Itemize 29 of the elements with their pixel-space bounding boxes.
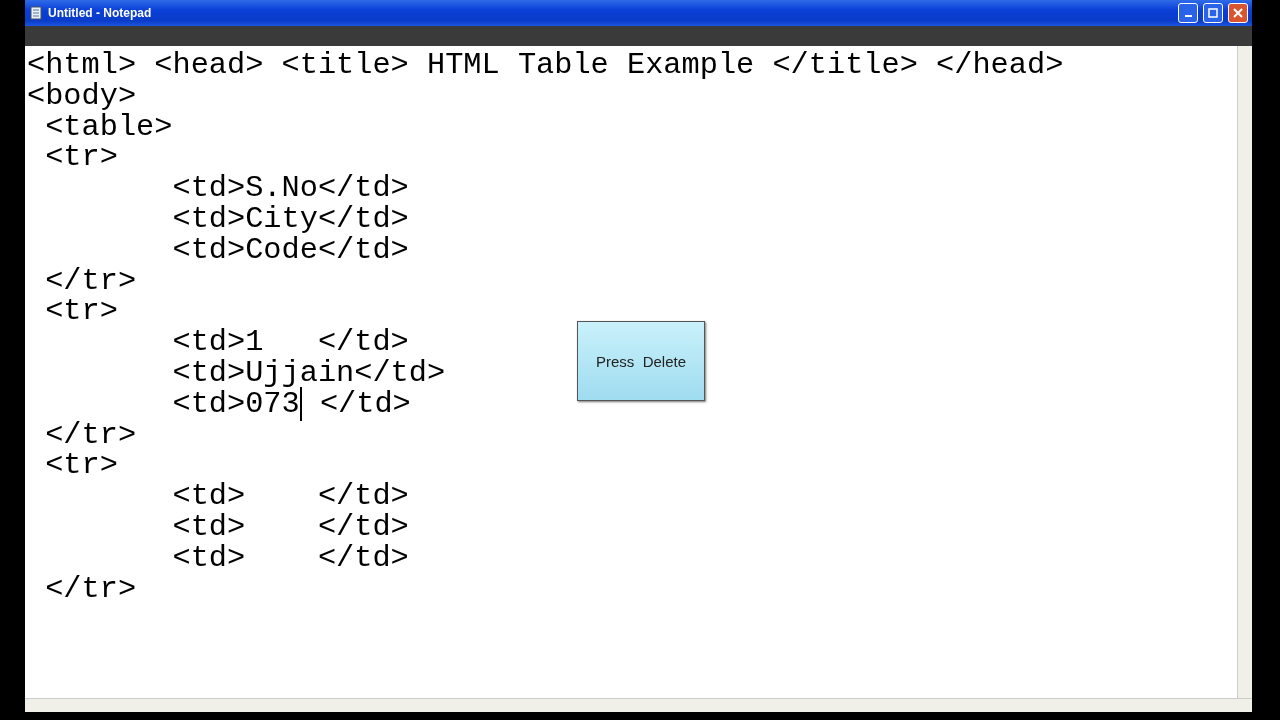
code-line: <td>073 </td> — [25, 388, 411, 420]
minimize-icon — [1184, 15, 1192, 17]
horizontal-scrollbar[interactable] — [25, 698, 1252, 712]
code-line: </tr> — [44, 265, 137, 297]
maximize-icon — [1208, 8, 1218, 18]
code-line: <td> </td> — [171, 481, 409, 512]
minimize-button[interactable] — [1178, 3, 1198, 23]
code-line: <td> </td> — [171, 542, 409, 574]
instruction-callout: Press Delete — [577, 321, 705, 401]
code-line: <td>S.No</td> — [171, 173, 409, 204]
code-line: <tr> — [44, 296, 118, 328]
code-line: <td>Ujjain</td> — [171, 357, 446, 389]
close-button[interactable] — [1228, 3, 1248, 23]
window-title: Untitled - Notepad — [48, 6, 152, 20]
code-line: <td> </td> — [171, 511, 409, 543]
code-line: <td>Code</td> — [171, 234, 409, 266]
code-line: <td>1 </td> — [171, 327, 409, 358]
code-line: <tr> — [44, 142, 118, 174]
code-line: <html> <head> <title> HTML Table Example </title> </head> — [26, 50, 1064, 81]
code-line: <body> — [26, 80, 137, 112]
code-line: </tr> — [44, 573, 137, 605]
close-icon — [1233, 8, 1243, 18]
notepad-icon — [29, 6, 43, 20]
vertical-scrollbar[interactable] — [1237, 46, 1252, 698]
code-line: <table> — [45, 111, 173, 143]
code-line: <td>City</td> — [171, 204, 409, 235]
code-line: <tr> — [44, 450, 118, 482]
maximize-button[interactable] — [1203, 3, 1223, 23]
code-line: </tr> — [44, 419, 137, 451]
